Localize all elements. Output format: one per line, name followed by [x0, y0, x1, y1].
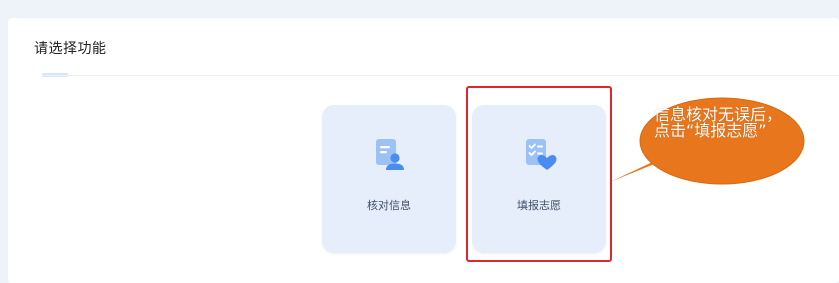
check-info-card[interactable]: 核对信息 [322, 105, 456, 253]
divider [42, 75, 839, 76]
document-user-icon [370, 135, 410, 175]
check-info-label: 核对信息 [367, 199, 411, 212]
annotation-callout: 信息核对无误后，点击“填报志愿” [608, 96, 806, 192]
annotation-text: 信息核对无误后，点击“填报志愿” [654, 105, 783, 140]
highlight-box [466, 86, 612, 262]
section-title: 请选择功能 [34, 41, 107, 57]
